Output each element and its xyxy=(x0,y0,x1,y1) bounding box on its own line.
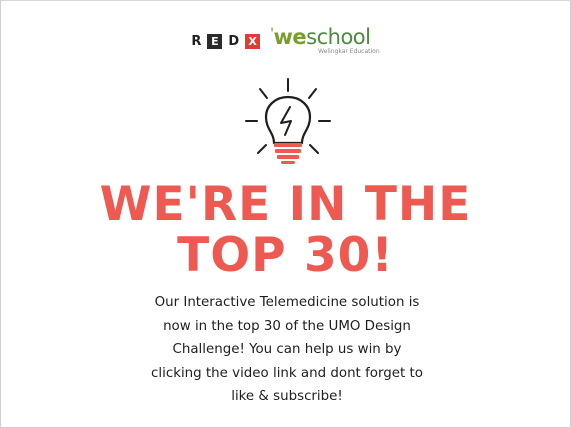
message-line: now in the top 30 of the UMO Design xyxy=(163,318,411,334)
message-text: Our Interactive Telemedicine solution is… xyxy=(121,291,453,409)
headline-line-1: WE'RE IN THE xyxy=(99,177,472,232)
redx-letter-d: D xyxy=(228,33,240,49)
headline-line-2: TOP 30! xyxy=(177,228,394,283)
weschool-school: school xyxy=(306,25,371,49)
lightbulb-icon xyxy=(236,75,340,175)
headline: WE'RE IN THE TOP 30! xyxy=(1,181,570,279)
redx-logo: R E D X xyxy=(191,33,261,49)
message-line: Our Interactive Telemedicine solution is xyxy=(154,295,420,310)
message-line: clicking the video link and dont forget … xyxy=(151,365,423,381)
message-line: Challenge! You can help us win by xyxy=(172,342,402,357)
redx-letter-x: X xyxy=(245,33,261,49)
weschool-subtitle: Welingkar Education xyxy=(318,48,380,55)
message-line: like & subscribe! xyxy=(231,389,343,404)
logo-header: R E D X 'weschool Welingkar Education xyxy=(1,21,570,61)
weschool-we: we xyxy=(273,25,307,49)
weschool-logo: 'weschool Welingkar Education xyxy=(270,27,380,55)
weschool-wordmark: 'weschool xyxy=(270,25,371,49)
redx-letter-r: R xyxy=(191,33,202,49)
announcement-card: R E D X 'weschool Welingkar Education WE… xyxy=(0,0,571,428)
redx-letter-e: E xyxy=(207,33,223,49)
